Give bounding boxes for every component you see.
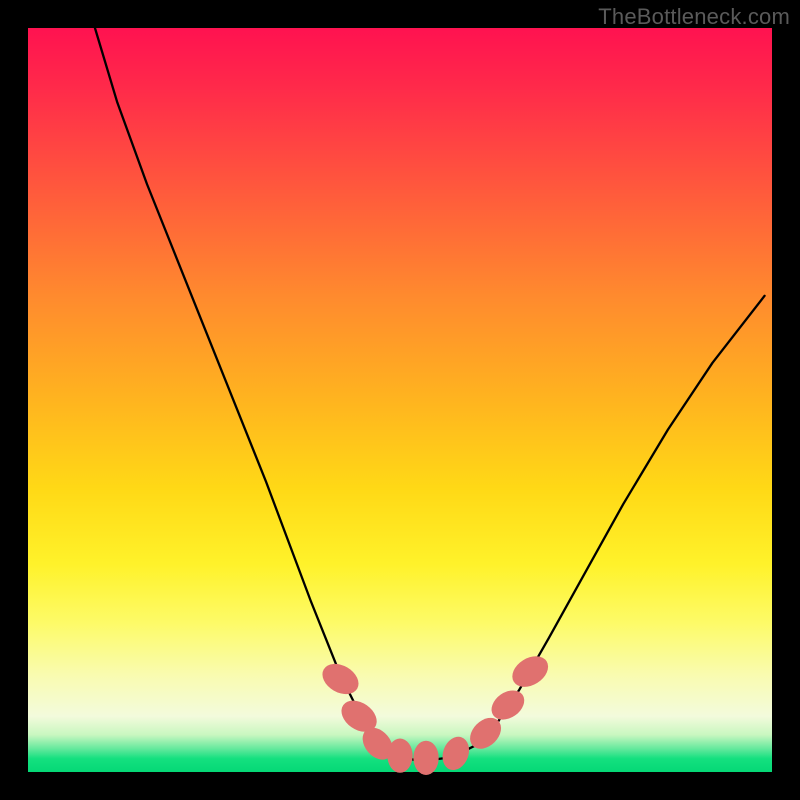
plot-area bbox=[28, 28, 772, 772]
chart-frame: TheBottleneck.com bbox=[0, 0, 800, 800]
watermark-text: TheBottleneck.com bbox=[598, 4, 790, 30]
chart-svg bbox=[28, 28, 772, 772]
curve-line bbox=[95, 28, 765, 760]
curve-markers bbox=[317, 650, 554, 775]
